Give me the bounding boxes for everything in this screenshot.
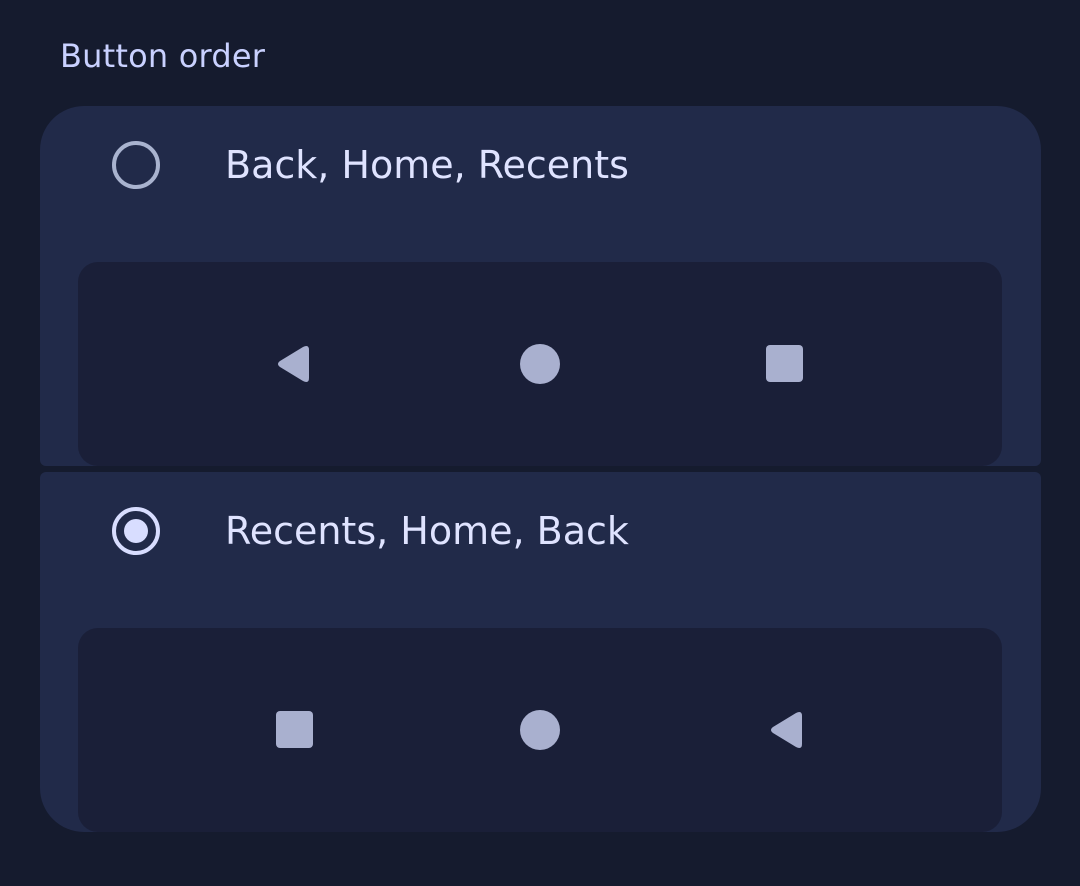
option-back-home-recents[interactable]: Back, Home, Recents <box>40 106 1041 466</box>
radio-button-selected[interactable] <box>112 507 160 555</box>
section-title: Button order <box>60 37 266 75</box>
recents-icon <box>275 710 315 750</box>
back-icon <box>765 710 805 750</box>
option-recents-home-back[interactable]: Recents, Home, Back <box>40 472 1041 832</box>
radio-button-unselected[interactable] <box>112 141 160 189</box>
option-label: Back, Home, Recents <box>225 143 629 187</box>
home-icon <box>520 710 560 750</box>
home-icon <box>520 344 560 384</box>
recents-icon <box>765 344 805 384</box>
radio-dot <box>124 519 148 543</box>
navbar-preview <box>78 262 1002 466</box>
back-icon <box>275 344 315 384</box>
option-label: Recents, Home, Back <box>225 509 629 553</box>
navbar-preview <box>78 628 1002 832</box>
